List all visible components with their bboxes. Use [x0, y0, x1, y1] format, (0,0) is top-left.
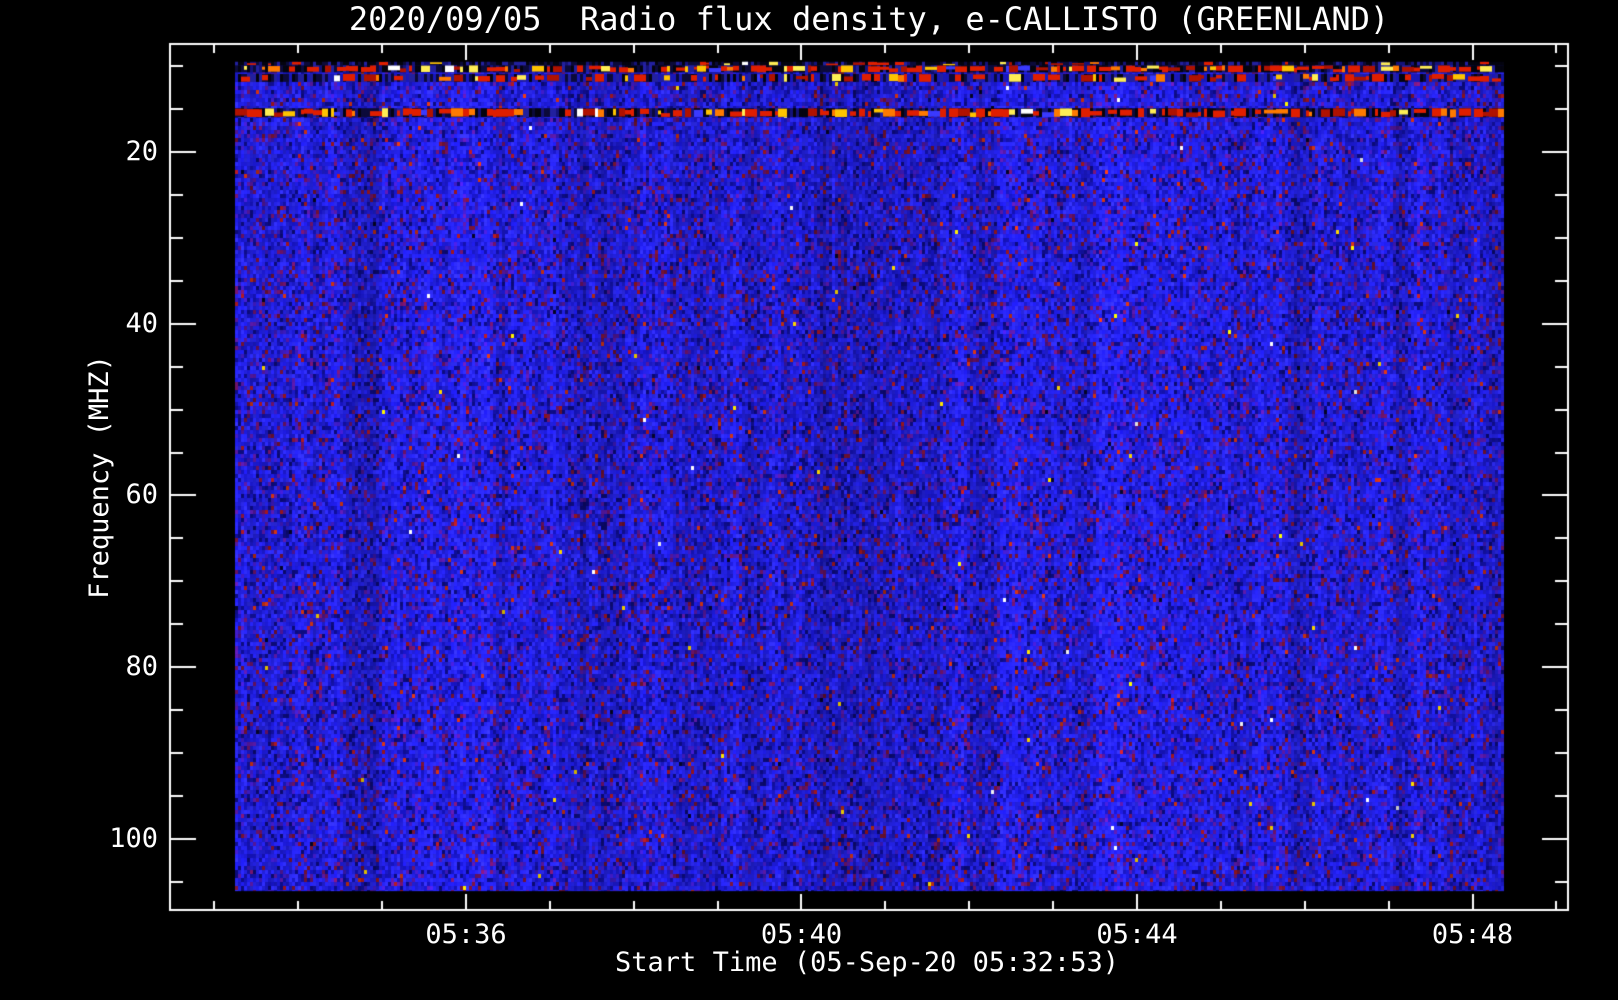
y-tick-label: 20	[125, 136, 158, 168]
y-tick-label: 100	[109, 822, 158, 854]
y-axis-label: Frequency (MHZ)	[84, 355, 116, 599]
x-tick-label: 05:44	[1096, 919, 1178, 950]
x-tick-label: 05:40	[760, 919, 843, 950]
x-tick-label: 05:36	[425, 919, 507, 950]
x-axis-label: Start Time (05-Sep-20 05:32:53)	[615, 947, 1119, 978]
spectrogram-page: { "page": { "background_color": "#000000…	[0, 0, 1618, 1000]
spectrogram-canvas	[0, 0, 1618, 1000]
y-tick-label: 60	[125, 479, 158, 511]
x-tick-label: 05:48	[1431, 919, 1514, 950]
y-tick-label: 80	[125, 651, 158, 683]
y-tick-label: 40	[125, 307, 158, 339]
chart-title: 2020/09/05 Radio flux density, e-CALLIST…	[348, 0, 1390, 38]
